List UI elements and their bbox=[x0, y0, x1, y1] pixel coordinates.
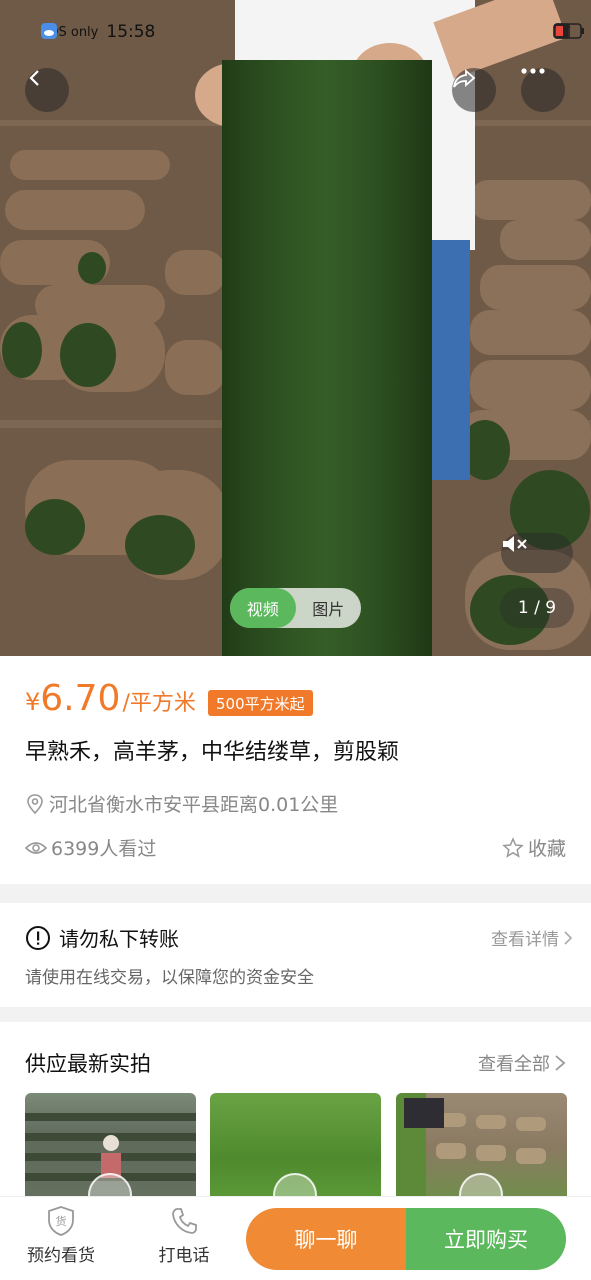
media-type-toggle[interactable]: 视频 图片 bbox=[230, 588, 361, 628]
tab-video[interactable]: 视频 bbox=[230, 588, 296, 628]
media-counter: 1 / 9 bbox=[500, 588, 574, 628]
call-button[interactable]: 打电话 bbox=[139, 1205, 229, 1266]
view-details-link[interactable]: 查看详情 bbox=[491, 925, 573, 950]
phone-icon bbox=[172, 1208, 197, 1234]
tab-photos[interactable]: 图片 bbox=[296, 588, 362, 628]
share-button[interactable] bbox=[452, 68, 496, 112]
favorite-button[interactable]: 收藏 bbox=[502, 834, 566, 861]
bottom-action-bar: 货 预约看货 打电话 聊一聊 立即购买 bbox=[0, 1196, 591, 1280]
view-all-label: 查看全部 bbox=[478, 1054, 550, 1075]
more-dots-icon bbox=[521, 68, 545, 74]
product-media-viewer[interactable]: SOS only 15:58 N 视频 图片 1 / 9 bbox=[0, 0, 591, 656]
call-label: 打电话 bbox=[158, 1246, 210, 1266]
chat-button[interactable]: 聊一聊 bbox=[246, 1208, 406, 1270]
more-options-button[interactable] bbox=[521, 68, 565, 112]
gallery-thumbnail[interactable] bbox=[25, 1093, 196, 1202]
view-details-label: 查看详情 bbox=[491, 930, 559, 950]
payment-warning-card: 请勿私下转账 查看详情 请使用在线交易，以保障您的资金安全 bbox=[0, 903, 591, 1007]
section-title: 供应最新实拍 bbox=[25, 1052, 151, 1076]
goods-shield-icon: 货 bbox=[48, 1206, 74, 1236]
latest-photos-section: 供应最新实拍 查看全部 bbox=[0, 1022, 591, 1202]
price-value: 6.70 bbox=[40, 678, 121, 719]
location-text: 河北省衡水市安平县距离0.01公里 bbox=[49, 794, 339, 816]
status-bar: SOS only 15:58 N bbox=[0, 18, 591, 48]
chevron-left-icon bbox=[29, 70, 39, 86]
mute-button[interactable] bbox=[501, 533, 573, 573]
price-unit: /平方米 bbox=[122, 691, 196, 716]
weather-icon bbox=[41, 23, 57, 39]
view-all-link[interactable]: 查看全部 bbox=[478, 1050, 566, 1076]
gallery-thumbnail[interactable] bbox=[396, 1093, 567, 1202]
speaker-muted-icon bbox=[503, 536, 527, 552]
location: 河北省衡水市安平县距离0.01公里 bbox=[25, 790, 338, 817]
reserve-viewing-label: 预约看货 bbox=[27, 1246, 95, 1266]
chevron-right-icon bbox=[564, 930, 573, 945]
location-pin-icon bbox=[27, 793, 43, 814]
favorite-label: 收藏 bbox=[527, 838, 566, 860]
currency-symbol: ¥ bbox=[25, 688, 41, 716]
warning-icon bbox=[26, 925, 50, 950]
price: ¥ 6.70 /平方米 bbox=[25, 678, 196, 719]
clock: 15:58 bbox=[106, 22, 156, 42]
svg-text:货: 货 bbox=[56, 1214, 67, 1228]
product-info-card: ¥ 6.70 /平方米 500平方米起 早熟禾，高羊茅，中华结缕草，剪股颖 河北… bbox=[0, 656, 591, 884]
warning-title: 请勿私下转账 bbox=[59, 927, 179, 951]
buy-now-button[interactable]: 立即购买 bbox=[406, 1208, 566, 1270]
star-icon bbox=[502, 836, 524, 858]
gallery-thumbnail[interactable] bbox=[210, 1093, 381, 1202]
share-icon bbox=[453, 69, 476, 88]
chevron-right-icon bbox=[555, 1055, 566, 1071]
reserve-viewing-button[interactable]: 货 预约看货 bbox=[16, 1205, 106, 1266]
view-count-text: 6399人看过 bbox=[51, 838, 157, 860]
back-button[interactable] bbox=[25, 68, 69, 112]
view-count: 6399人看过 bbox=[25, 834, 156, 861]
eye-icon bbox=[25, 841, 47, 854]
min-order-badge: 500平方米起 bbox=[208, 690, 313, 716]
product-title: 早熟禾，高羊茅，中华结缕草，剪股颖 bbox=[25, 740, 400, 765]
warning-subtitle: 请使用在线交易，以保障您的资金安全 bbox=[25, 968, 314, 988]
battery-icon bbox=[553, 23, 584, 39]
